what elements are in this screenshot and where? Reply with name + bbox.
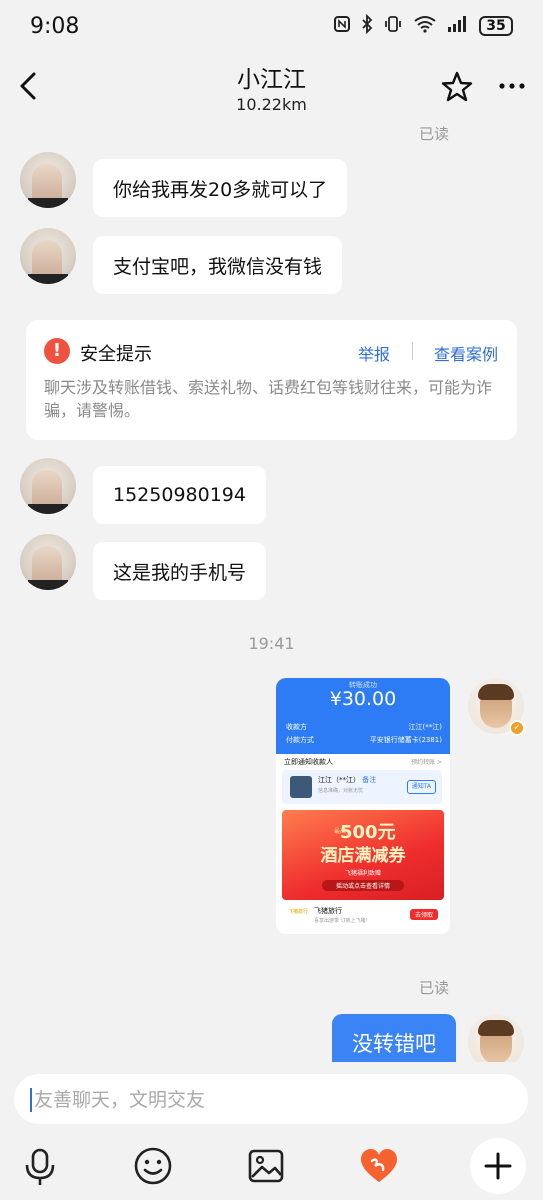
star-icon[interactable] (440, 70, 474, 104)
status-icons: 35 (333, 13, 513, 38)
read-receipt: 已读 (419, 125, 450, 143)
payment-amount: ¥30.00 (329, 688, 397, 710)
signal-icon (447, 15, 469, 37)
safety-body: 聊天涉及转账借钱、索送礼物、话费红包等钱财往来，可能为诈骗，请警惕。 (44, 378, 493, 420)
text-caret (30, 1088, 32, 1112)
payee-value: 江江(**江) (408, 723, 442, 731)
vibrate-icon (383, 14, 403, 38)
message-input[interactable] (34, 1087, 504, 1113)
safety-notice-card: ! 安全提示 举报 查看案例 聊天涉及转账借钱、索送礼物、话费红包等钱财往来，可… (26, 320, 517, 440)
contact-avatar[interactable] (20, 228, 76, 284)
emoji-icon[interactable] (131, 1144, 175, 1188)
ad-subline: 飞猪福利致赠 (344, 870, 381, 877)
image-icon[interactable] (244, 1144, 288, 1188)
divider (412, 342, 413, 360)
chat-header: 小江江 10.22km (0, 52, 543, 124)
ad-title: 酒店满减券 (320, 846, 406, 866)
bluetooth-icon (361, 13, 373, 38)
contact-avatar[interactable] (20, 152, 76, 208)
contact-avatar[interactable] (20, 534, 76, 590)
fliggy-logo: 飞猪旅行 (288, 909, 309, 915)
method-label: 付款方式 (286, 736, 314, 744)
microphone-icon[interactable] (18, 1144, 62, 1188)
ad-slogan: 喜享出游季 订房上飞猪! (314, 918, 368, 924)
scheduled-transfer-link: 预约转账 > (411, 759, 442, 766)
view-cases-link[interactable]: 查看案例 (434, 341, 498, 365)
ad-footer: 飞猪旅行 飞猪旅行 喜享出游季 订房上飞猪! 去领取 (282, 902, 444, 932)
message-input-box[interactable] (14, 1074, 528, 1124)
plus-icon (484, 1152, 512, 1180)
notify-title: 立即通知收款人 (284, 758, 333, 766)
message-bubble-incoming[interactable]: 支付宝吧，我微信没有钱 (93, 236, 343, 294)
plus-button[interactable] (470, 1138, 526, 1194)
nfc-icon (333, 15, 351, 37)
payee-name: 江江（**江） 备注 (318, 776, 377, 784)
ad-cta: 摇动或点击查看详情 (322, 880, 404, 891)
message-bubble-incoming[interactable]: 你给我再发20多就可以了 (93, 159, 348, 217)
battery-indicator: 35 (479, 16, 513, 36)
safety-title: 安全提示 (80, 344, 152, 365)
payee-contact: 江江（**江） 备注 信息准确，对账无忧 通知TA (282, 770, 442, 804)
notify-button: 通知TA (406, 780, 436, 794)
payee-thumbnail (290, 776, 312, 798)
hotel-coupon-ad: 最高 500元 酒店满减券 飞猪福利致赠 摇动或点击查看详情 (282, 810, 444, 900)
verified-badge-icon: ✓ (509, 720, 525, 736)
payee-label: 收款方 (286, 723, 307, 731)
message-bubble-incoming[interactable]: 这是我的手机号 (93, 542, 267, 600)
chat-toolbar (0, 1136, 543, 1200)
notify-payee-section: 立即通知收款人 预约转账 > 江江（**江） 备注 信息准确，对账无忧 通知TA (276, 754, 450, 810)
status-bar: 9:08 35 (0, 0, 543, 52)
report-link[interactable]: 举报 (358, 341, 390, 365)
input-bar (0, 1062, 543, 1136)
wifi-icon (413, 15, 437, 37)
read-receipt: 已读 (419, 979, 450, 997)
warning-icon: ! (44, 338, 70, 364)
method-row: 付款方式 平安银行储蓄卡(2381) (286, 735, 442, 745)
claim-button: 去领取 (409, 909, 438, 920)
payee-row: 收款方 江江(**江) (286, 722, 442, 732)
status-time: 9:08 (30, 14, 80, 39)
heart-icon[interactable] (357, 1144, 401, 1188)
more-dots-icon[interactable] (498, 72, 526, 100)
payment-screenshot-image[interactable]: 转账成功 ¥30.00 收款方 江江(**江) 付款方式 平安银行储蓄卡(238… (276, 678, 450, 934)
message-timestamp: 19:41 (248, 634, 295, 653)
payee-note: 信息准确，对账无忧 (318, 788, 364, 794)
method-value: 平安银行储蓄卡(2381) (369, 736, 442, 744)
ad-brand: 飞猪旅行 (314, 907, 342, 915)
contact-avatar[interactable] (20, 458, 76, 514)
message-bubble-incoming[interactable]: 15250980194 (93, 466, 266, 524)
